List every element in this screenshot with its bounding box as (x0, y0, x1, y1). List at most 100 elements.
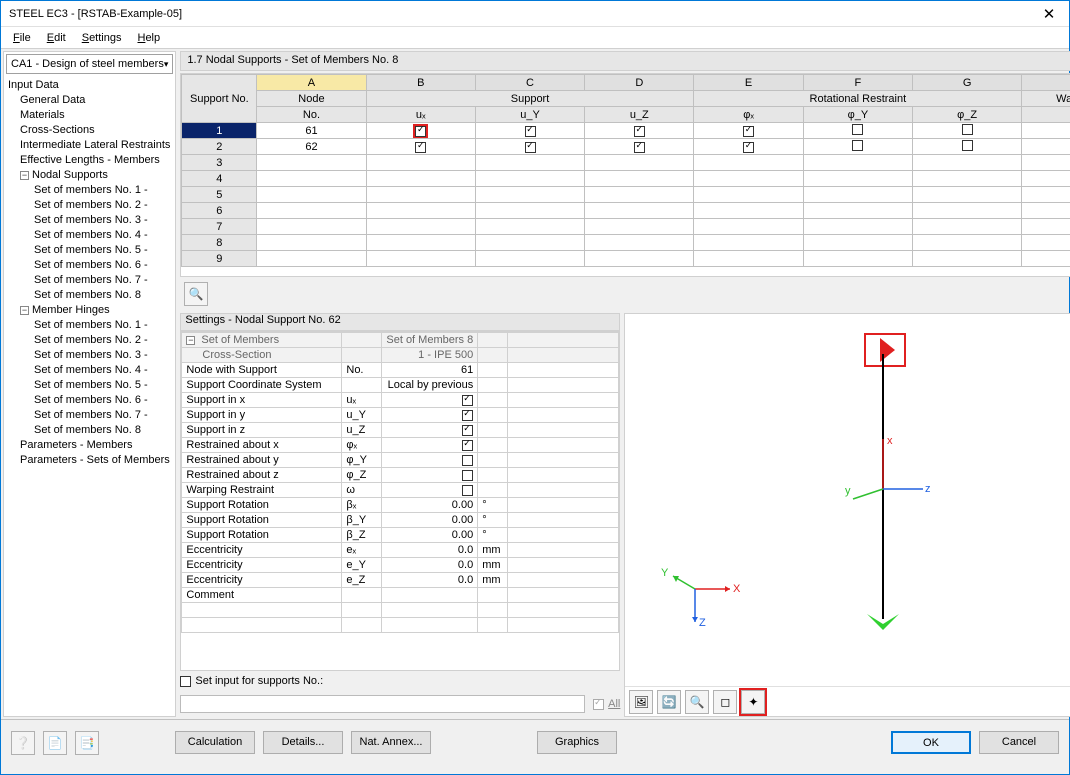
settings-row[interactable]: Eccentricity eₓ 0.0 mm (182, 543, 619, 558)
settings-row[interactable]: Eccentricity e_Y 0.0 mm (182, 558, 619, 573)
fit-view-icon[interactable]: ◻ (713, 690, 737, 714)
supports-grid[interactable]: Support No.ABCDEFGHIJNodeSupportRotation… (180, 73, 1070, 277)
tree-item[interactable]: Set of members No. 4 - (4, 228, 175, 243)
settings-row[interactable]: Support in x uₓ (182, 393, 619, 408)
settings-row[interactable]: − Set of Members Set of Members 8 (182, 333, 619, 348)
tree-item[interactable]: Set of members No. 2 - (4, 198, 175, 213)
settings-row[interactable]: Support Rotation β_Z 0.00 ° (182, 528, 619, 543)
checkbox[interactable] (462, 470, 473, 481)
details-button[interactable]: Details... (263, 731, 343, 754)
menu-edit[interactable]: Edit (39, 32, 74, 44)
settings-row[interactable]: Support Coordinate System Local by previ… (182, 378, 619, 393)
local-axes-icon[interactable]: ✦ (741, 690, 765, 714)
tree-item[interactable]: Cross-Sections (4, 123, 175, 138)
checkbox[interactable] (462, 395, 473, 406)
preview-viewport[interactable]: x y z X Y Z Releasethissupport inlocal x… (624, 313, 1070, 717)
settings-row[interactable]: Support in y u_Y (182, 408, 619, 423)
tree-item[interactable]: Set of members No. 3 - (4, 213, 175, 228)
checkbox[interactable] (852, 140, 863, 151)
tree-item[interactable]: Set of members No. 1 - (4, 183, 175, 198)
tree-item[interactable]: Set of members No. 6 - (4, 393, 175, 408)
settings-row[interactable]: Comment (182, 588, 619, 603)
set-input-field[interactable] (180, 695, 585, 713)
checkbox[interactable] (525, 126, 536, 137)
settings-panel: Settings - Nodal Support No. 62 − Set of… (180, 313, 620, 717)
checkbox[interactable] (525, 142, 536, 153)
settings-row[interactable]: Cross-Section 1 - IPE 500 (182, 348, 619, 363)
checkbox[interactable] (743, 126, 754, 137)
checkbox[interactable] (743, 142, 754, 153)
calculation-button[interactable]: Calculation (175, 731, 255, 754)
settings-row[interactable]: Support in z u_Z (182, 423, 619, 438)
tree-item[interactable]: Effective Lengths - Members (4, 153, 175, 168)
checkbox[interactable] (415, 142, 426, 153)
settings-row[interactable]: Node with Support No. 61 (182, 363, 619, 378)
tree-item[interactable]: General Data (4, 93, 175, 108)
footer-bar: ❔ 📄 📑 Calculation Details... Nat. Annex.… (1, 719, 1069, 765)
tree-item[interactable]: Parameters - Members (4, 438, 175, 453)
menubar: File Edit Settings Help (1, 27, 1069, 49)
tree-item[interactable]: Set of members No. 8 (4, 288, 175, 303)
tree-item[interactable]: Set of members No. 2 - (4, 333, 175, 348)
settings-title: Settings - Nodal Support No. 62 (180, 313, 620, 331)
menu-help[interactable]: Help (129, 32, 168, 44)
checkbox[interactable] (462, 440, 473, 451)
settings-row[interactable]: Restrained about y φ_Y (182, 453, 619, 468)
navigator-tree[interactable]: Input DataGeneral DataMaterialsCross-Sec… (4, 76, 175, 716)
settings-row[interactable]: Warping Restraint ω (182, 483, 619, 498)
tree-item[interactable]: Set of members No. 8 (4, 423, 175, 438)
settings-row[interactable]: Support Rotation β_Y 0.00 ° (182, 513, 619, 528)
print-view-icon[interactable]: 🖼 (629, 690, 653, 714)
checkbox[interactable] (462, 455, 473, 466)
tree-item[interactable]: Set of members No. 1 - (4, 318, 175, 333)
tree-item[interactable]: Parameters - Sets of Members (4, 453, 175, 468)
graphics-button[interactable]: Graphics (537, 731, 617, 754)
window-title: STEEL EC3 - [RSTAB-Example-05] (9, 8, 1029, 20)
checkbox[interactable] (415, 126, 426, 137)
tree-item[interactable]: Materials (4, 108, 175, 123)
checkbox[interactable] (962, 140, 973, 151)
ok-button[interactable]: OK (891, 731, 971, 754)
loadcase-combo[interactable]: CA1 - Design of steel members ▾ (6, 54, 173, 74)
tree-item[interactable]: Set of members No. 4 - (4, 363, 175, 378)
settings-row[interactable]: Support Rotation βₓ 0.00 ° (182, 498, 619, 513)
tree-item[interactable]: Set of members No. 5 - (4, 243, 175, 258)
checkbox[interactable] (462, 425, 473, 436)
table-row[interactable]: 1610.000.00 (182, 123, 1070, 139)
checkbox[interactable] (462, 410, 473, 421)
svg-text:z: z (925, 483, 931, 495)
zoom-icon[interactable]: 🔍 (685, 690, 709, 714)
settings-row[interactable]: Restrained about z φ_Z (182, 468, 619, 483)
chevron-down-icon: ▾ (164, 59, 169, 70)
tree-item[interactable]: Intermediate Lateral Restraints (4, 138, 175, 153)
menu-file[interactable]: File (5, 32, 39, 44)
zoom-details-icon[interactable]: 🔍 (184, 282, 208, 306)
all-checkbox[interactable]: All (593, 698, 620, 710)
checkbox[interactable] (962, 124, 973, 135)
close-icon[interactable]: ✕ (1029, 5, 1069, 23)
tree-item[interactable]: Set of members No. 3 - (4, 348, 175, 363)
tree-root[interactable]: Input Data (4, 78, 175, 93)
tree-item[interactable]: −Nodal Supports (4, 168, 175, 183)
tree-item[interactable]: −Member Hinges (4, 303, 175, 318)
tree-item[interactable]: Set of members No. 7 - (4, 273, 175, 288)
set-input-checkbox[interactable]: Set input for supports No.: (180, 675, 323, 687)
settings-row[interactable]: Restrained about x φₓ (182, 438, 619, 453)
rotate-view-icon[interactable]: 🔄 (657, 690, 681, 714)
svg-text:X: X (733, 583, 741, 595)
report-icon[interactable]: 📄 (43, 731, 67, 755)
help-icon[interactable]: ❔ (11, 731, 35, 755)
tree-item[interactable]: Set of members No. 5 - (4, 378, 175, 393)
checkbox[interactable] (462, 485, 473, 496)
report2-icon[interactable]: 📑 (75, 731, 99, 755)
tree-item[interactable]: Set of members No. 7 - (4, 408, 175, 423)
table-row[interactable]: 2620.000.00 (182, 139, 1070, 155)
cancel-button[interactable]: Cancel (979, 731, 1059, 754)
nat-annex-button[interactable]: Nat. Annex... (351, 731, 431, 754)
menu-settings[interactable]: Settings (74, 32, 130, 44)
checkbox[interactable] (852, 124, 863, 135)
checkbox[interactable] (634, 142, 645, 153)
checkbox[interactable] (634, 126, 645, 137)
settings-row[interactable]: Eccentricity e_Z 0.0 mm (182, 573, 619, 588)
tree-item[interactable]: Set of members No. 6 - (4, 258, 175, 273)
